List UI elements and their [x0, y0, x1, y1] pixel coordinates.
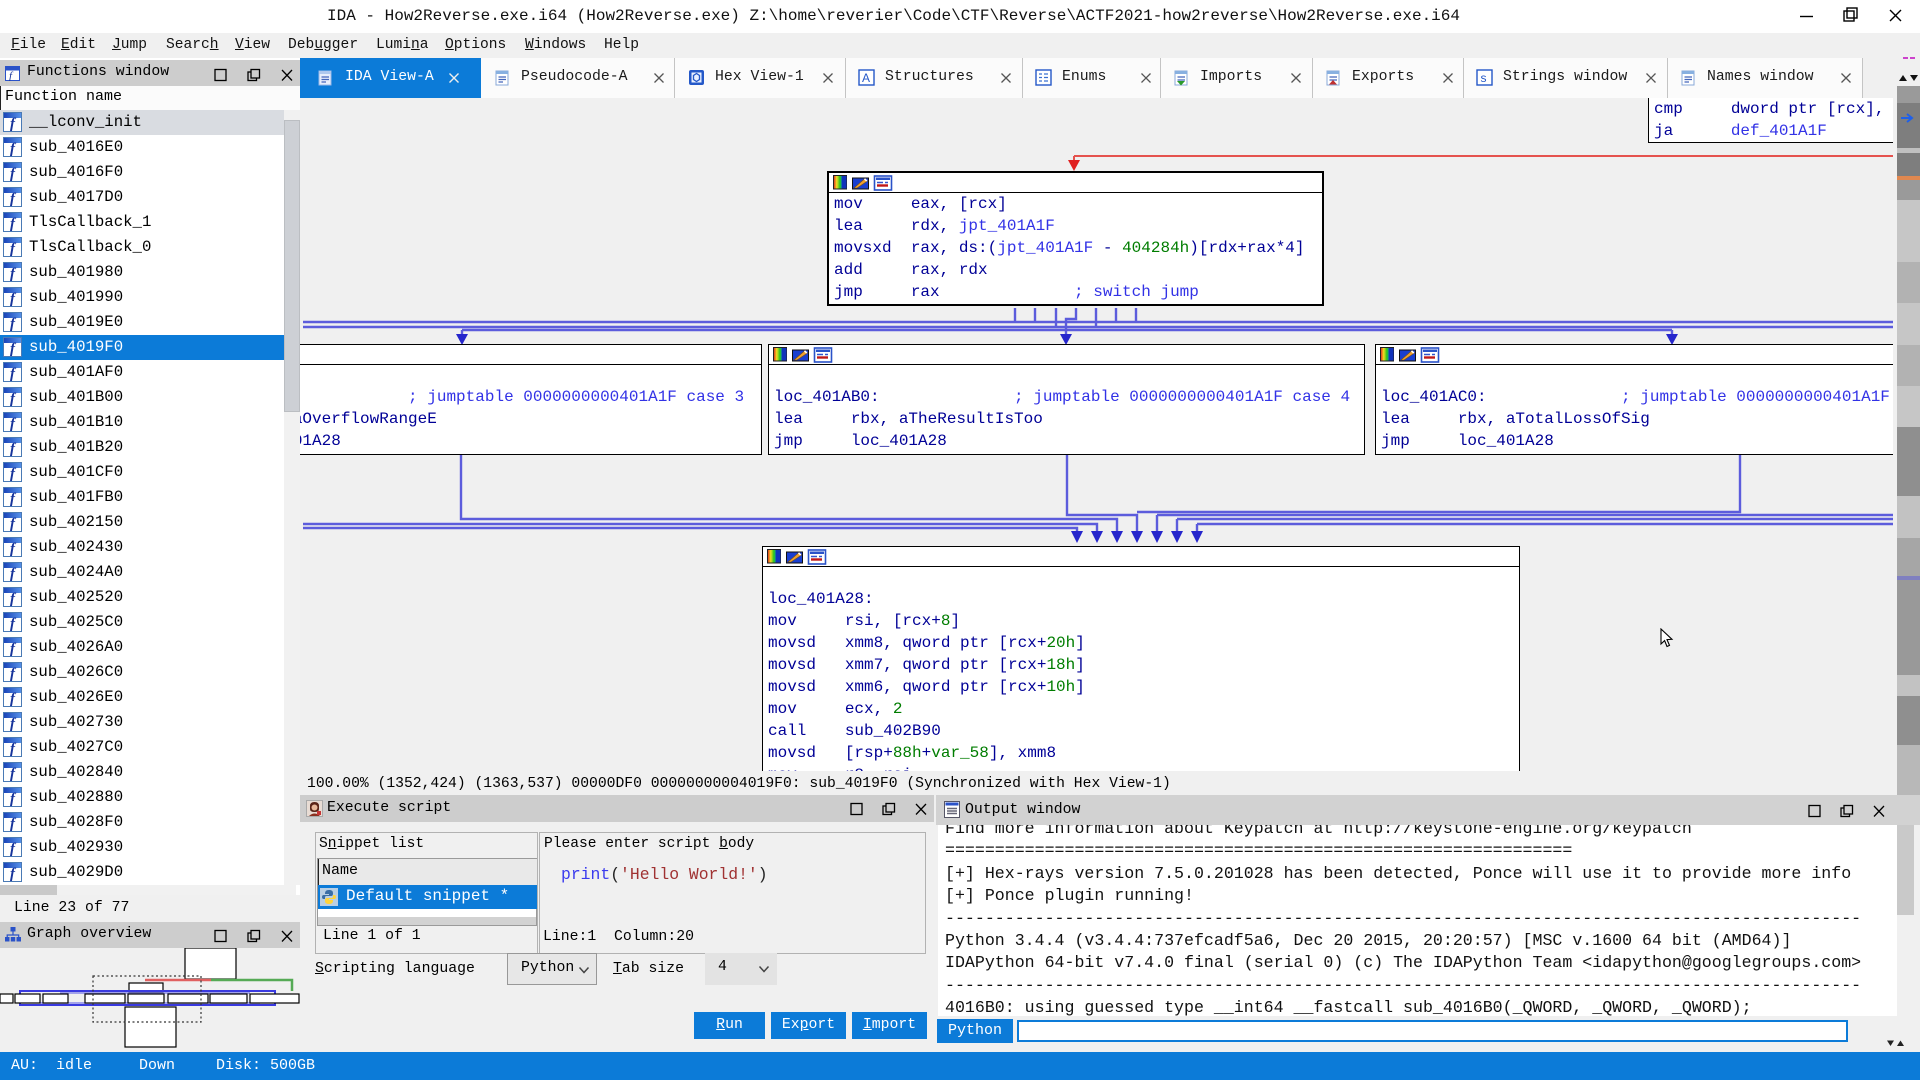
svg-text:s: s	[1481, 71, 1487, 85]
svg-text:A: A	[862, 71, 870, 85]
